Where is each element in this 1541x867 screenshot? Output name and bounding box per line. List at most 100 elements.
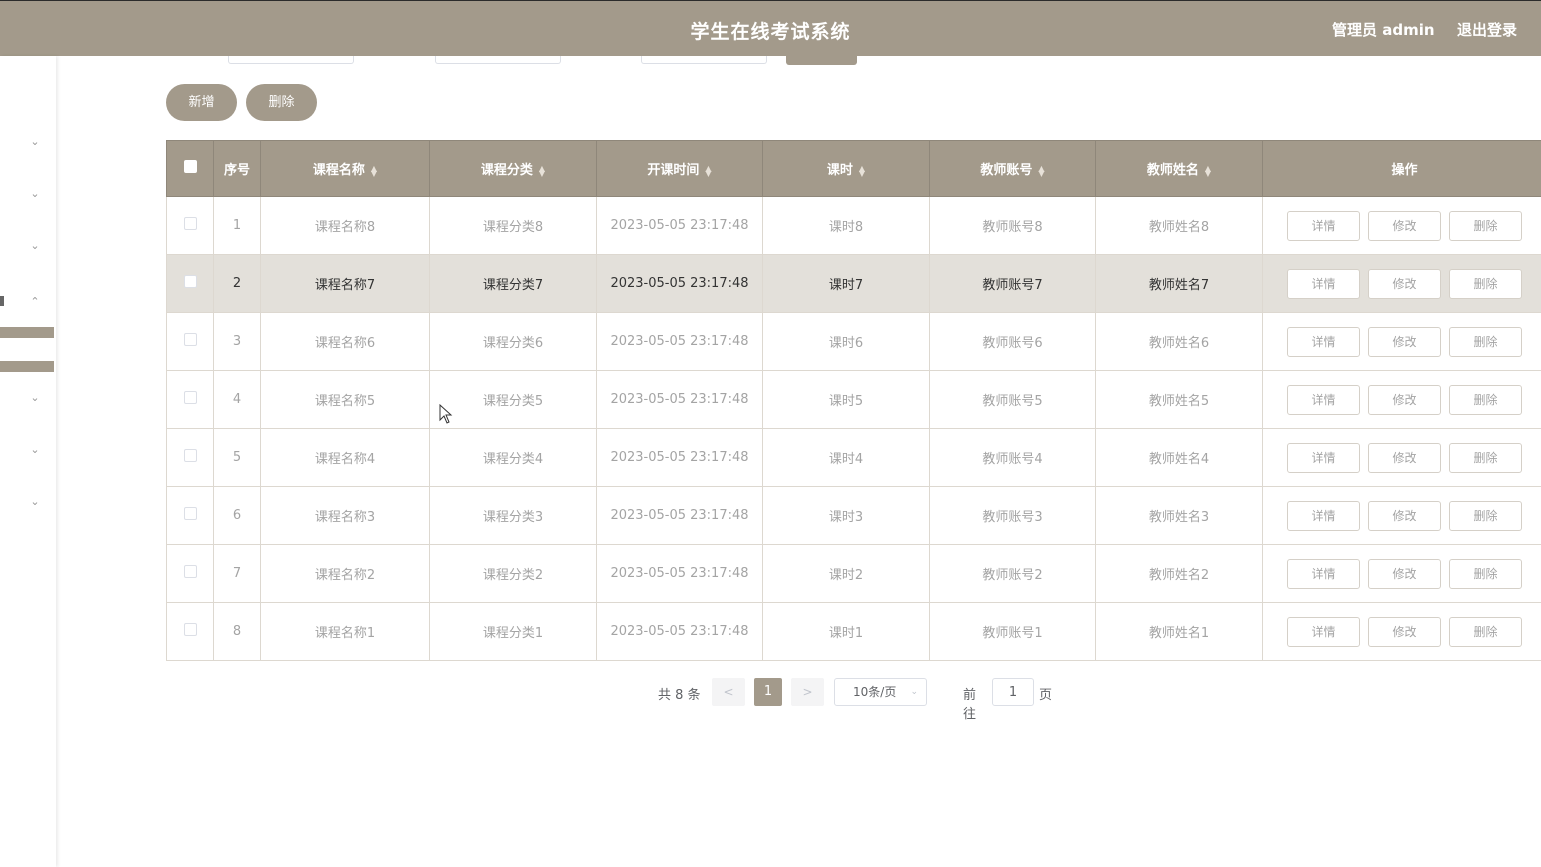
column-header[interactable]: 课程分类 ▲ ▼ (429, 140, 597, 197)
column-header[interactable]: 课时 ▲ ▼ (762, 140, 930, 197)
table-cell: 8 (213, 602, 261, 661)
row-select-cell (166, 602, 214, 661)
detail-button[interactable]: 详情 (1287, 616, 1360, 647)
row-checkbox[interactable] (183, 333, 197, 346)
sort-icon[interactable]: ▲ ▼ (705, 164, 711, 177)
table-cell: 课程分类8 (429, 196, 597, 255)
sidebar-submenu-item[interactable] (0, 327, 54, 338)
table-row[interactable]: 5 课程名称4 课程分类4 2023-05-05 23:17:48 课时4 教师账号4 教师… (166, 428, 1541, 487)
sort-icon[interactable]: ▲ ▼ (859, 164, 865, 177)
table-cell: 教师姓名1 (1095, 602, 1263, 661)
delete-button[interactable]: 删除 (1449, 442, 1522, 473)
row-actions-cell: 详情 修改 删除 (1262, 428, 1541, 487)
delete-button[interactable]: 删除 (1449, 616, 1522, 647)
sidebar-label-fragment (0, 296, 4, 306)
next-page-button[interactable]: > (791, 678, 824, 706)
table-row[interactable]: 4 课程名称5 课程分类5 2023-05-05 23:17:48 课时5 教师账号5 教师… (166, 370, 1541, 429)
table-cell: 2023-05-05 23:17:48 (596, 602, 763, 661)
sort-icon[interactable]: ▲ ▼ (1038, 164, 1044, 177)
table-cell: 课时3 (762, 486, 930, 545)
sidebar-submenu-item-active[interactable] (0, 361, 54, 372)
table-cell: 2023-05-05 23:17:48 (596, 486, 763, 545)
sort-icon[interactable]: ▲ ▼ (1205, 164, 1211, 177)
search-input[interactable] (228, 56, 354, 64)
table-cell: 课时5 (762, 370, 930, 429)
edit-button[interactable]: 修改 (1368, 326, 1441, 357)
row-checkbox[interactable] (183, 623, 197, 636)
batch-delete-button[interactable]: 删除 (246, 84, 317, 121)
chevron-down-icon[interactable]: ⌄ (28, 187, 42, 201)
column-header[interactable]: 教师姓名 ▲ ▼ (1095, 140, 1263, 197)
table-cell: 课程分类5 (429, 370, 597, 429)
add-button[interactable]: 新增 (166, 84, 237, 121)
row-checkbox[interactable] (183, 449, 197, 462)
column-header[interactable]: 开课时间 ▲ ▼ (596, 140, 763, 197)
table-cell: 教师账号7 (929, 254, 1096, 313)
chevron-down-icon: ⌄ (910, 687, 918, 697)
page-number-current[interactable]: 1 (754, 678, 782, 706)
row-select-cell (166, 370, 214, 429)
search-input[interactable] (641, 56, 767, 64)
edit-button[interactable]: 修改 (1368, 268, 1441, 299)
logout-link[interactable]: 退出登录 (1457, 19, 1517, 40)
column-header[interactable]: 课程名称 ▲ ▼ (260, 140, 430, 197)
edit-button[interactable]: 修改 (1368, 210, 1441, 241)
chevron-down-icon[interactable]: ⌄ (28, 239, 42, 253)
row-checkbox[interactable] (183, 217, 197, 230)
search-button[interactable] (786, 56, 857, 65)
row-checkbox[interactable] (183, 565, 197, 578)
delete-button[interactable]: 删除 (1449, 500, 1522, 531)
row-actions-cell: 详情 修改 删除 (1262, 486, 1541, 545)
column-header: 序号 (213, 140, 261, 197)
chevron-down-icon[interactable]: ⌄ (28, 391, 42, 405)
chevron-up-icon[interactable]: ⌃ (28, 295, 42, 309)
prev-page-button[interactable]: < (712, 678, 745, 706)
edit-button[interactable]: 修改 (1368, 384, 1441, 415)
column-header: 操作 (1262, 140, 1541, 197)
edit-button[interactable]: 修改 (1368, 616, 1441, 647)
row-checkbox[interactable] (183, 507, 197, 520)
column-header[interactable]: 教师账号 ▲ ▼ (929, 140, 1096, 197)
detail-button[interactable]: 详情 (1287, 326, 1360, 357)
delete-button[interactable]: 删除 (1449, 268, 1522, 299)
table-row[interactable]: 1 课程名称8 课程分类8 2023-05-05 23:17:48 课时8 教师账号8 教师… (166, 196, 1541, 255)
delete-button[interactable]: 删除 (1449, 558, 1522, 589)
sort-icon[interactable]: ▲ ▼ (371, 164, 377, 177)
edit-button[interactable]: 修改 (1368, 442, 1441, 473)
table-row[interactable]: 6 课程名称3 课程分类3 2023-05-05 23:17:48 课时3 教师账号3 教师… (166, 486, 1541, 545)
row-actions-cell: 详情 修改 删除 (1262, 544, 1541, 603)
delete-button[interactable]: 删除 (1449, 210, 1522, 241)
detail-button[interactable]: 详情 (1287, 268, 1360, 299)
sort-icon[interactable]: ▲ ▼ (539, 164, 545, 177)
detail-button[interactable]: 详情 (1287, 442, 1360, 473)
table-cell: 2 (213, 254, 261, 313)
table-row[interactable]: 3 课程名称6 课程分类6 2023-05-05 23:17:48 课时6 教师账号6 教师… (166, 312, 1541, 371)
page-size-select[interactable]: 10条/页 ⌄ (834, 678, 927, 706)
table-row[interactable]: 7 课程名称2 课程分类2 2023-05-05 23:17:48 课时2 教师账号2 教师… (166, 544, 1541, 603)
detail-button[interactable]: 详情 (1287, 384, 1360, 415)
table-row[interactable]: 2 课程名称7 课程分类7 2023-05-05 23:17:48 课时7 教师账号7 教师… (166, 254, 1541, 313)
table-cell: 2023-05-05 23:17:48 (596, 370, 763, 429)
delete-button[interactable]: 删除 (1449, 326, 1522, 357)
delete-button[interactable]: 删除 (1449, 384, 1522, 415)
chevron-down-icon[interactable]: ⌄ (28, 495, 42, 509)
row-checkbox[interactable] (183, 391, 197, 404)
table-cell: 课时1 (762, 602, 930, 661)
goto-page-input[interactable] (992, 678, 1034, 706)
select-all-checkbox[interactable] (183, 160, 197, 173)
detail-button[interactable]: 详情 (1287, 558, 1360, 589)
detail-button[interactable]: 详情 (1287, 500, 1360, 531)
detail-button[interactable]: 详情 (1287, 210, 1360, 241)
table-row[interactable]: 8 课程名称1 课程分类1 2023-05-05 23:17:48 课时1 教师账号1 教师… (166, 602, 1541, 661)
page-size-value: 10条/页 (853, 685, 897, 699)
select-all-cell (166, 140, 214, 197)
chevron-down-icon[interactable]: ⌄ (28, 135, 42, 149)
course-table: 序号 课程名称 ▲ ▼ 课程分类 ▲ ▼ 开课时间 ▲ ▼ 课时 ▲ ▼ 教师账号 ▲ ▼ 教师姓名… (166, 140, 1541, 661)
row-checkbox[interactable] (183, 275, 197, 288)
chevron-down-icon[interactable]: ⌄ (28, 443, 42, 457)
table-header-row: 序号 课程名称 ▲ ▼ 课程分类 ▲ ▼ 开课时间 ▲ ▼ 课时 ▲ ▼ 教师账号 ▲ ▼ 教师姓名… (166, 140, 1541, 197)
table-cell: 课程分类4 (429, 428, 597, 487)
search-input[interactable] (435, 56, 561, 64)
edit-button[interactable]: 修改 (1368, 500, 1441, 531)
edit-button[interactable]: 修改 (1368, 558, 1441, 589)
